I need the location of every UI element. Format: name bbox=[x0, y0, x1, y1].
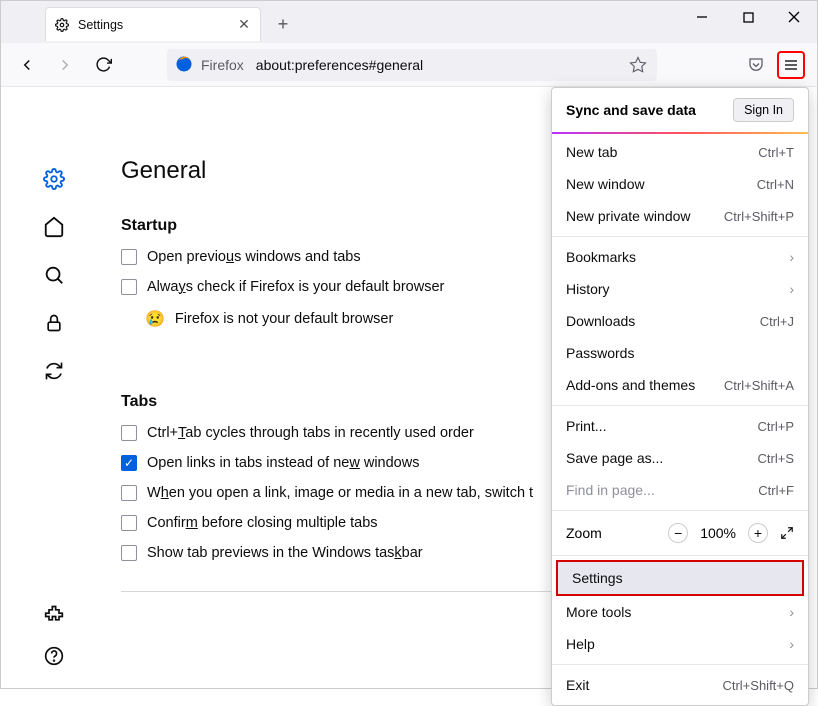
checkbox-icon[interactable] bbox=[121, 515, 137, 531]
chevron-right-icon: › bbox=[789, 604, 794, 620]
browser-tab[interactable]: Settings ✕ bbox=[45, 7, 261, 41]
sidebar-item-extensions[interactable] bbox=[40, 600, 68, 628]
sidebar-item-privacy[interactable] bbox=[40, 309, 68, 337]
menu-settings[interactable]: Settings bbox=[556, 560, 804, 596]
zoom-value: 100% bbox=[700, 525, 736, 541]
checkbox-icon[interactable] bbox=[121, 545, 137, 561]
checkbox-label: Open previous windows and tabs bbox=[147, 249, 361, 265]
checkbox-label: When you open a link, image or media in … bbox=[147, 485, 533, 501]
menu-help[interactable]: Help› bbox=[552, 628, 808, 660]
sad-face-icon: 😢 bbox=[145, 309, 165, 329]
separator bbox=[552, 510, 808, 511]
reload-button[interactable] bbox=[89, 51, 117, 79]
chevron-right-icon: › bbox=[789, 249, 794, 265]
checkbox-icon[interactable] bbox=[121, 249, 137, 265]
pocket-icon[interactable] bbox=[747, 56, 767, 74]
menu-new-window[interactable]: New windowCtrl+N bbox=[552, 168, 808, 200]
menu-downloads[interactable]: DownloadsCtrl+J bbox=[552, 305, 808, 337]
bookmark-star-icon[interactable] bbox=[629, 56, 649, 74]
chevron-right-icon: › bbox=[789, 636, 794, 652]
new-tab-button[interactable]: + bbox=[269, 10, 297, 38]
menu-new-private-window[interactable]: New private windowCtrl+Shift+P bbox=[552, 200, 808, 232]
checkbox-label: Always check if Firefox is your default … bbox=[147, 279, 444, 295]
separator bbox=[552, 236, 808, 237]
sign-in-button[interactable]: Sign In bbox=[733, 98, 794, 122]
checkbox-label: Confirm before closing multiple tabs bbox=[147, 515, 378, 531]
tab-strip: Settings ✕ + bbox=[1, 1, 679, 41]
sidebar-item-search[interactable] bbox=[40, 261, 68, 289]
toolbar: Firefox bbox=[1, 43, 817, 87]
menu-zoom: Zoom − 100% + bbox=[552, 515, 808, 551]
identity-label: Firefox bbox=[201, 57, 250, 73]
menu-exit[interactable]: ExitCtrl+Shift+Q bbox=[552, 669, 808, 701]
tab-close-icon[interactable]: ✕ bbox=[236, 16, 252, 33]
gear-icon bbox=[54, 17, 70, 33]
sidebar-item-home[interactable] bbox=[40, 213, 68, 241]
checkbox-label: Show tab previews in the Windows taskbar bbox=[147, 545, 423, 561]
sidebar-item-general[interactable] bbox=[40, 165, 68, 193]
zoom-in-button[interactable]: + bbox=[748, 523, 768, 543]
status-text: Firefox is not your default browser bbox=[175, 311, 393, 327]
fullscreen-icon[interactable] bbox=[780, 526, 794, 540]
menu-new-tab[interactable]: New tabCtrl+T bbox=[552, 136, 808, 168]
menu-more-tools[interactable]: More tools› bbox=[552, 596, 808, 628]
menu-passwords[interactable]: Passwords bbox=[552, 337, 808, 369]
url-bar[interactable]: Firefox bbox=[167, 49, 657, 81]
separator bbox=[552, 405, 808, 406]
checkbox-icon[interactable] bbox=[121, 485, 137, 501]
checkbox-label: Ctrl+Tab cycles through tabs in recently… bbox=[147, 425, 474, 441]
menu-bookmarks[interactable]: Bookmarks› bbox=[552, 241, 808, 273]
checkbox-label: Open links in tabs instead of new window… bbox=[147, 455, 419, 471]
menu-save-page[interactable]: Save page as...Ctrl+S bbox=[552, 442, 808, 474]
chevron-right-icon: › bbox=[789, 281, 794, 297]
app-menu-button[interactable] bbox=[777, 51, 805, 79]
tab-title: Settings bbox=[78, 18, 228, 32]
menu-addons[interactable]: Add-ons and themesCtrl+Shift+A bbox=[552, 369, 808, 401]
url-input[interactable] bbox=[256, 57, 623, 73]
sidebar-item-support[interactable] bbox=[40, 642, 68, 670]
window-titlebar: Settings ✕ + bbox=[1, 1, 817, 43]
sync-label: Sync and save data bbox=[566, 102, 696, 118]
checkbox-icon[interactable] bbox=[121, 455, 137, 471]
close-window-button[interactable] bbox=[771, 1, 817, 33]
menu-find-in-page[interactable]: Find in page...Ctrl+F bbox=[552, 474, 808, 506]
sidebar-item-sync[interactable] bbox=[40, 357, 68, 385]
menu-history[interactable]: History› bbox=[552, 273, 808, 305]
back-button[interactable] bbox=[13, 51, 41, 79]
minimize-button[interactable] bbox=[679, 1, 725, 33]
app-menu-panel: Sync and save data Sign In New tabCtrl+T… bbox=[551, 87, 809, 706]
sidebar-bottom bbox=[1, 600, 107, 670]
firefox-icon bbox=[175, 55, 195, 75]
forward-button[interactable] bbox=[51, 51, 79, 79]
zoom-label: Zoom bbox=[566, 525, 602, 541]
gradient-separator bbox=[552, 132, 808, 134]
checkbox-icon[interactable] bbox=[121, 279, 137, 295]
separator bbox=[552, 555, 808, 556]
menu-print[interactable]: Print...Ctrl+P bbox=[552, 410, 808, 442]
settings-sidebar bbox=[1, 87, 107, 688]
window-controls bbox=[679, 1, 817, 33]
separator bbox=[552, 664, 808, 665]
checkbox-icon[interactable] bbox=[121, 425, 137, 441]
menu-sync-header: Sync and save data Sign In bbox=[552, 88, 808, 132]
maximize-button[interactable] bbox=[725, 1, 771, 33]
zoom-out-button[interactable]: − bbox=[668, 523, 688, 543]
